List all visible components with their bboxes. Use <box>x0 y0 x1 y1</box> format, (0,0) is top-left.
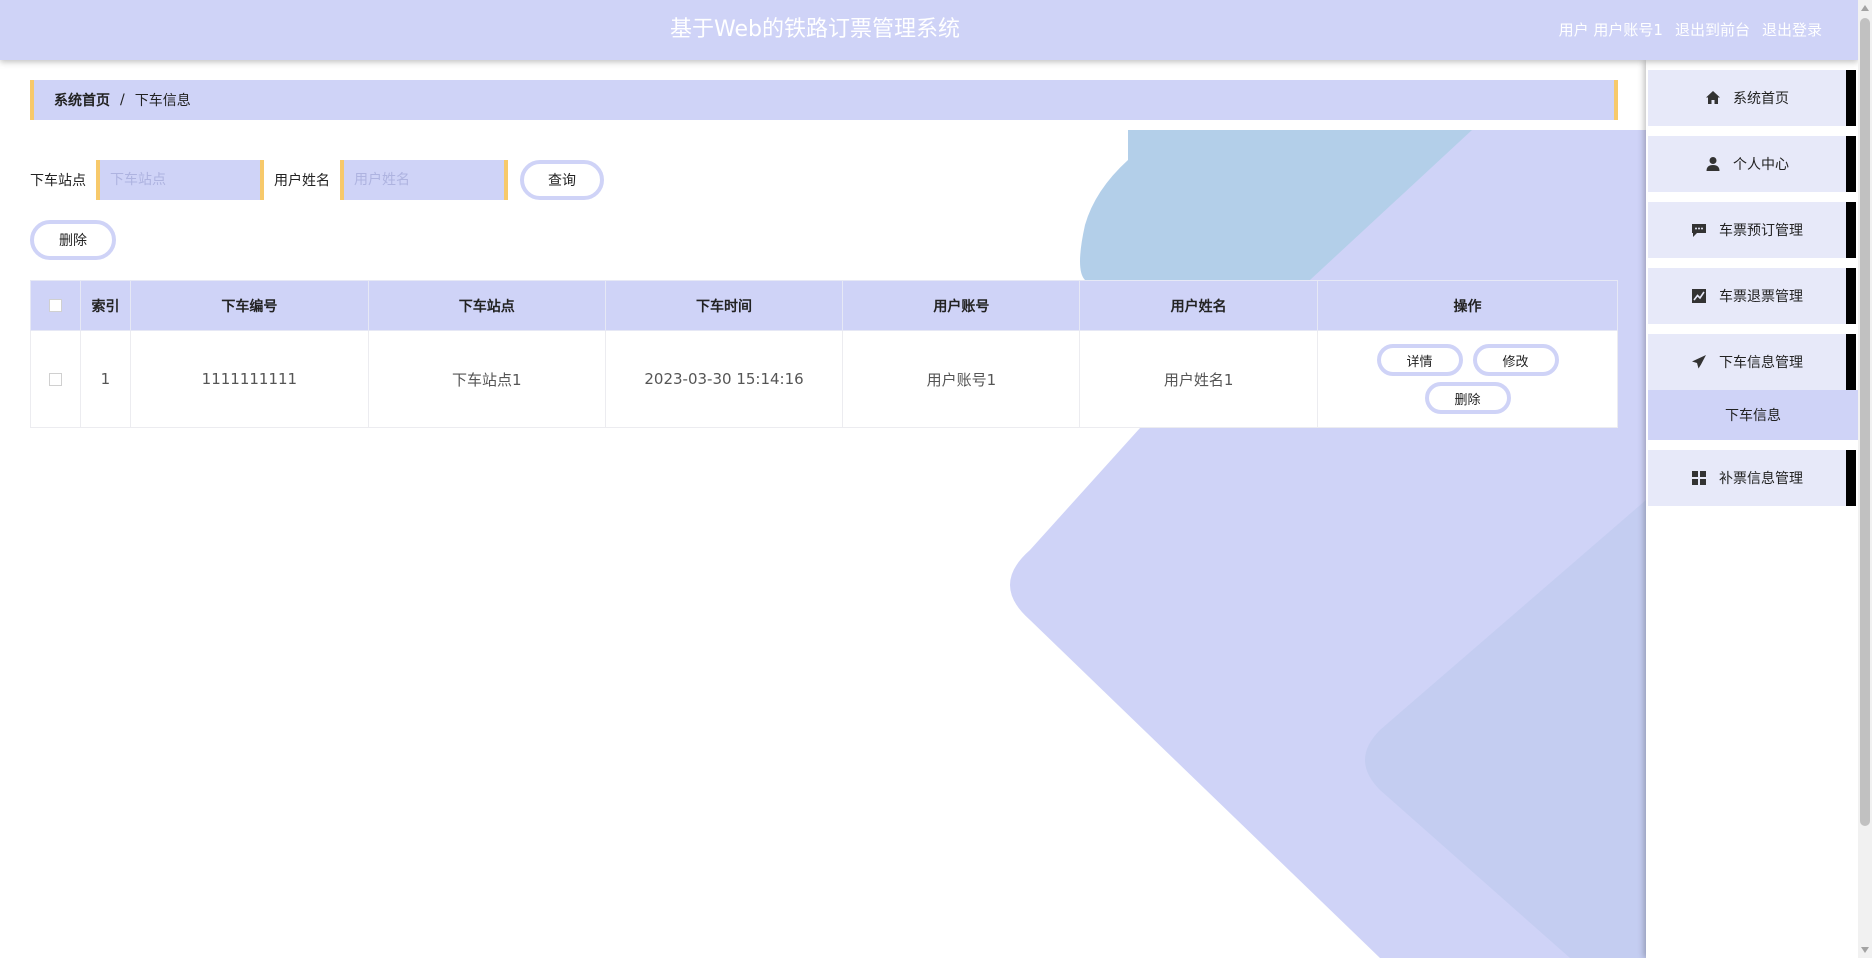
row-select-cell <box>30 330 81 428</box>
batch-actions: 删除 <box>30 220 116 260</box>
batch-delete-button[interactable]: 删除 <box>30 220 116 260</box>
front-link[interactable]: 退出到前台 <box>1675 0 1750 60</box>
user-area: 用户 用户账号1 退出到前台 退出登录 <box>1559 0 1822 60</box>
detail-button[interactable]: 详情 <box>1376 344 1463 376</box>
sidebar-item-label: 个人中心 <box>1733 157 1789 173</box>
header-account: 用户账号 <box>842 280 1081 331</box>
breadcrumb: 系统首页 / 下车信息 <box>30 80 1618 120</box>
cell-index: 1 <box>79 330 131 428</box>
background-decoration <box>0 0 1646 958</box>
edit-button[interactable]: 修改 <box>1472 344 1559 376</box>
row-checkbox[interactable] <box>48 373 62 386</box>
sidebar-item-label: 下车信息管理 <box>1719 355 1803 371</box>
background-shapes <box>1000 130 1646 958</box>
sidebar-item-label: 车票预订管理 <box>1719 223 1803 239</box>
sidebar-item-home[interactable]: 系统首页 <box>1648 70 1856 126</box>
header-index: 索引 <box>79 280 131 331</box>
cell-station: 下车站点1 <box>367 330 606 428</box>
scrollbar-thumb[interactable] <box>1860 18 1870 826</box>
sidebar-item-profile[interactable]: 个人中心 <box>1648 136 1856 192</box>
sidebar-item-dropoff[interactable]: 下车信息管理 <box>1648 334 1856 390</box>
sidebar-item-supplement[interactable]: 补票信息管理 <box>1648 450 1856 506</box>
row-delete-button[interactable]: 删除 <box>1424 382 1511 414</box>
name-label: 用户姓名 <box>274 173 330 189</box>
station-input[interactable] <box>96 160 264 200</box>
home-icon <box>1705 90 1721 106</box>
scroll-down-arrow[interactable] <box>1861 947 1869 953</box>
cell-actions: 详情 修改 删除 <box>1317 330 1618 428</box>
grid-icon <box>1691 470 1707 486</box>
header-time: 下车时间 <box>604 280 844 331</box>
app-title: 基于Web的铁路订票管理系统 <box>670 17 960 42</box>
breadcrumb-home[interactable]: 系统首页 <box>54 90 110 110</box>
cell-number: 1111111111 <box>129 330 369 428</box>
sidebar-item-booking[interactable]: 车票预订管理 <box>1648 202 1856 258</box>
select-all-checkbox[interactable] <box>48 299 62 312</box>
cell-account: 用户账号1 <box>842 330 1081 428</box>
cell-name: 用户姓名1 <box>1079 330 1319 428</box>
breadcrumb-separator: / <box>120 92 125 108</box>
page-scrollbar[interactable] <box>1858 0 1872 958</box>
sidebar-subitem-dropoff-info[interactable]: 下车信息 <box>1648 390 1858 440</box>
header-number: 下车编号 <box>129 280 369 331</box>
name-input[interactable] <box>340 160 508 200</box>
table-row: 1 1111111111 下车站点1 2023-03-30 15:14:16 用… <box>30 330 1618 428</box>
top-header: 基于Web的铁路订票管理系统 用户 用户账号1 退出到前台 退出登录 <box>0 0 1858 60</box>
scroll-up-arrow[interactable] <box>1861 5 1869 11</box>
breadcrumb-current: 下车信息 <box>134 93 191 109</box>
send-icon <box>1691 354 1707 370</box>
sidebar-item-refund[interactable]: 车票退票管理 <box>1648 268 1856 324</box>
header-actions: 操作 <box>1317 280 1618 331</box>
data-table: 索引 下车编号 下车站点 下车时间 用户账号 用户姓名 操作 1 1111111… <box>30 280 1618 428</box>
sidebar-menu: 系统首页 个人中心 车票预订管理 车票退票管理 下车信息管理 下车信息 补票信息… <box>1646 60 1858 958</box>
chart-icon <box>1691 288 1707 304</box>
table-header-row: 索引 下车编号 下车站点 下车时间 用户账号 用户姓名 操作 <box>30 280 1618 331</box>
current-user: 用户 用户账号1 <box>1558 21 1663 39</box>
search-bar: 下车站点 用户姓名 查询 <box>30 160 604 200</box>
select-all-cell <box>30 280 81 331</box>
sidebar-item-label: 补票信息管理 <box>1719 471 1803 487</box>
query-button[interactable]: 查询 <box>520 160 604 200</box>
sidebar-item-label: 系统首页 <box>1733 91 1789 107</box>
header-station: 下车站点 <box>367 280 606 331</box>
station-label: 下车站点 <box>30 173 86 189</box>
logout-link[interactable]: 退出登录 <box>1762 0 1822 60</box>
sidebar-item-label: 车票退票管理 <box>1719 289 1803 305</box>
chat-icon <box>1691 222 1707 238</box>
header-name: 用户姓名 <box>1079 280 1319 331</box>
cell-time: 2023-03-30 15:14:16 <box>604 330 844 428</box>
row-actions: 详情 修改 删除 <box>1318 344 1617 414</box>
user-icon <box>1705 156 1721 172</box>
